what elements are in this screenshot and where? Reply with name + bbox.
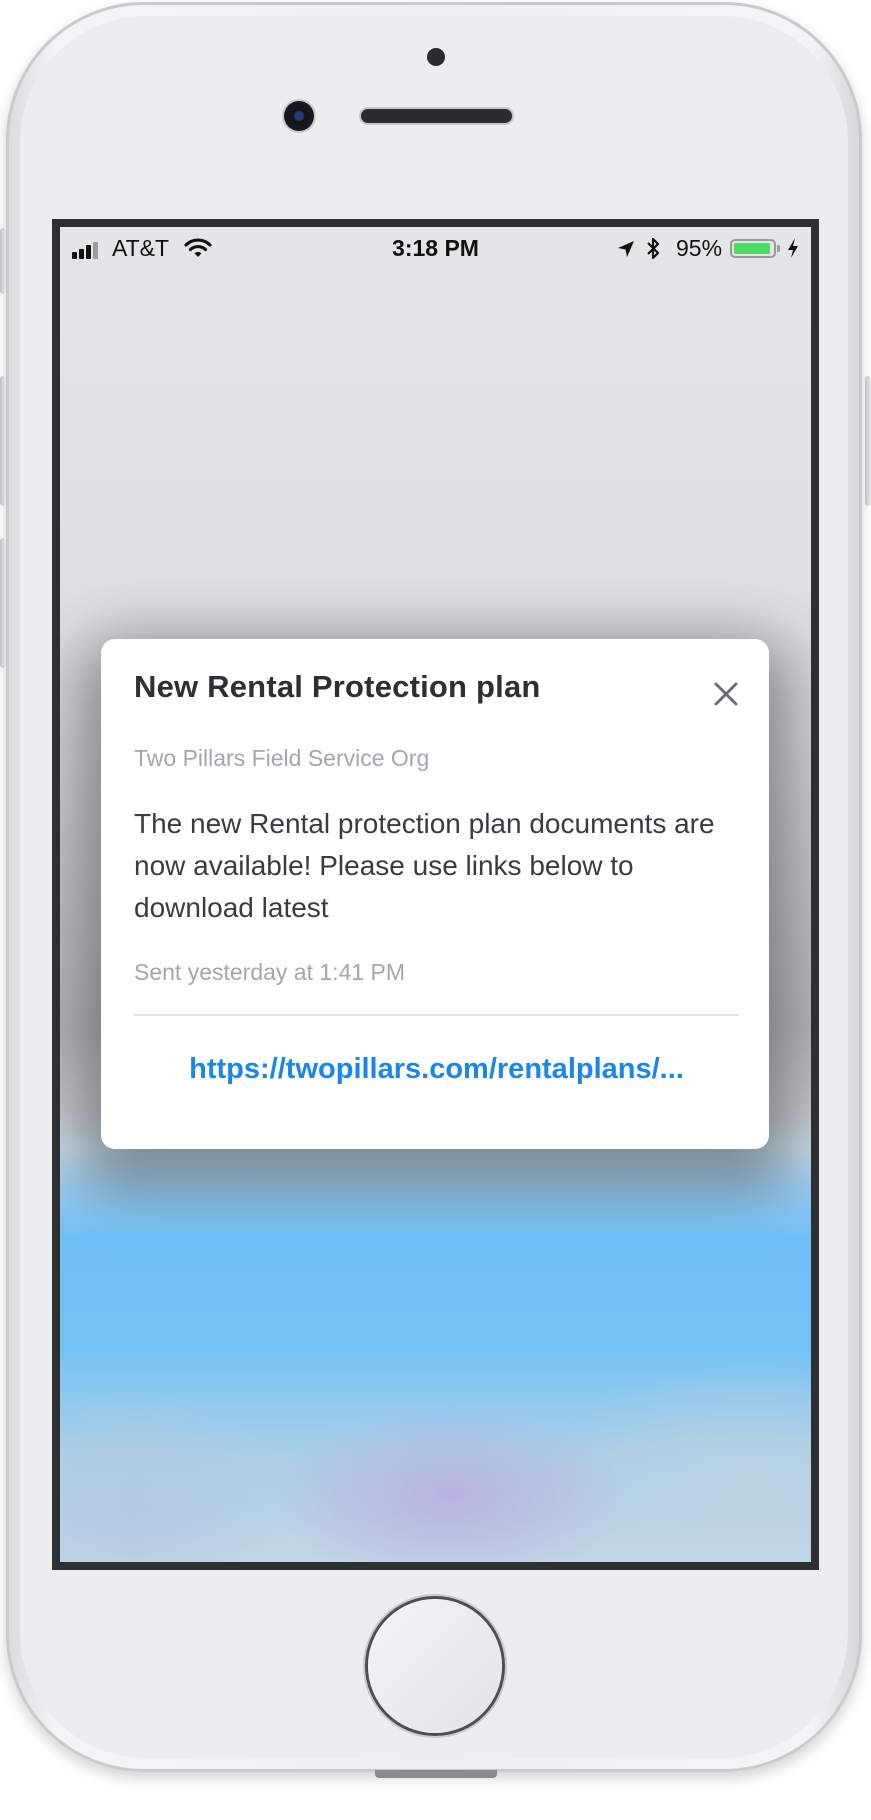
organization-name: Two Pillars Field Service Org: [134, 745, 430, 771]
modal-title: New Rental Protection plan: [134, 669, 541, 704]
home-button[interactable]: [368, 1599, 502, 1733]
volume-down-button: [0, 538, 6, 668]
earpiece-speaker: [361, 109, 512, 123]
battery-percent: 95%: [676, 235, 723, 261]
front-camera: [284, 101, 314, 131]
battery-cap: [777, 245, 780, 252]
notification-modal: New Rental Protection plan Two Pillars F…: [101, 639, 769, 1149]
proximity-sensor: [427, 48, 445, 66]
battery-level: [734, 243, 771, 254]
screen-bezel: AT&T 3:18 PM 95% New Rental Protection p…: [52, 219, 819, 1570]
charging-icon: [788, 238, 798, 258]
close-icon[interactable]: [707, 675, 745, 713]
bottom-port: [375, 1770, 497, 1778]
status-bar: AT&T 3:18 PM 95%: [60, 227, 811, 267]
power-button: [865, 376, 871, 506]
battery-icon: [730, 239, 776, 258]
bluetooth-icon: [647, 237, 660, 260]
sent-timestamp: Sent yesterday at 1:41 PM: [134, 959, 406, 985]
screen: AT&T 3:18 PM 95% New Rental Protection p…: [60, 227, 811, 1562]
location-icon: [618, 241, 634, 257]
volume-up-button: [0, 376, 6, 506]
modal-message: The new Rental protection plan documents…: [134, 808, 715, 923]
document-link[interactable]: https://twopillars.com/rentalplans/...: [134, 1053, 739, 1086]
divider: [134, 1014, 739, 1016]
silent-switch: [0, 228, 6, 294]
